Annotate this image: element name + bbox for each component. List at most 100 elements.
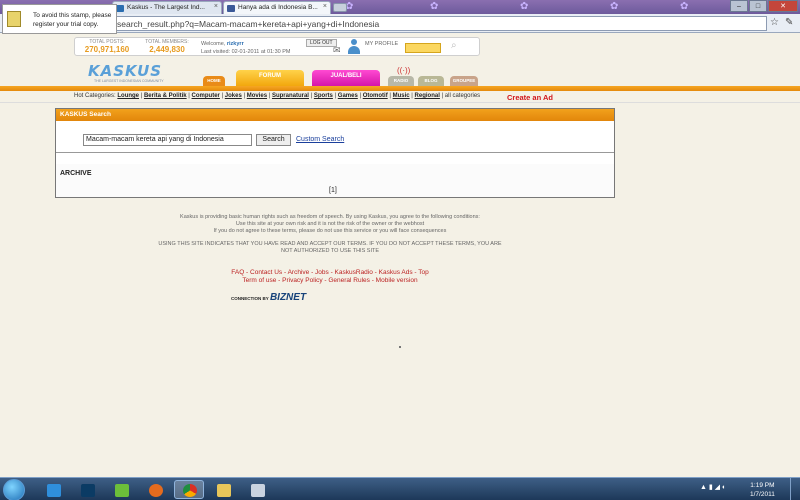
- hot-categories-bar: Hot Categories: Lounge | Berita & Politi…: [0, 91, 800, 103]
- taskbar-app-explorer[interactable]: [208, 480, 238, 499]
- taskbar-clock[interactable]: 1:19 PM 1/7/2011: [750, 481, 775, 499]
- total-posts: TOTAL POSTS: 270,971,160: [79, 39, 135, 54]
- total-members: TOTAL MEMBERS: 2,449,830: [139, 39, 195, 54]
- search-query-input[interactable]: Macam-macam kereta api yang di Indonesia: [83, 134, 252, 146]
- category-link[interactable]: Movies: [247, 93, 267, 99]
- nav-groupee[interactable]: GROUPEE: [450, 76, 478, 86]
- butterfly-decoration-icon: ✿: [345, 1, 354, 12]
- taskbar-app-ie[interactable]: [38, 480, 68, 499]
- minimize-button[interactable]: –: [730, 0, 748, 12]
- folder-icon: [217, 484, 231, 497]
- category-link[interactable]: Berita & Politik: [144, 93, 187, 99]
- connection-by-label: CONNECTION BY: [231, 296, 269, 301]
- panel-title: KASKUS Search: [56, 109, 614, 121]
- taskbar-app-media[interactable]: [242, 480, 272, 499]
- category-link[interactable]: Sports: [314, 93, 333, 99]
- taskbar-app-chrome[interactable]: [174, 480, 204, 499]
- system-tray-icons[interactable]: ▲ ▮ ◢ ◐: [700, 483, 726, 491]
- biznet-text: BIZNET: [269, 292, 307, 303]
- nav-home[interactable]: HOME: [203, 76, 225, 86]
- profile-user-icon[interactable]: [347, 39, 361, 55]
- search-button[interactable]: Search: [256, 134, 291, 146]
- tab-close-icon[interactable]: ×: [323, 3, 327, 10]
- nav-forum[interactable]: FORUM: [236, 70, 304, 86]
- browser-tab-hanya-ada[interactable]: Hanya ada di Indonesia B... ×: [223, 1, 331, 14]
- browser-tab-kaskus[interactable]: Kaskus - The Largest Ind... ×: [112, 1, 222, 14]
- butterfly-decoration-icon: ✿: [430, 1, 439, 12]
- start-button[interactable]: [3, 479, 25, 500]
- taskbar-app-green[interactable]: [106, 480, 136, 499]
- clock-time: 1:19 PM: [750, 482, 775, 489]
- windows-taskbar: ▲ ▮ ◢ ◐ 1:19 PM 1/7/2011: [0, 477, 800, 500]
- category-link[interactable]: Jokes: [225, 93, 242, 99]
- messages-envelope-icon[interactable]: ✉: [333, 45, 341, 56]
- clock-date: 1/7/2011: [750, 491, 775, 498]
- search-form: Macam-macam kereta api yang di Indonesia…: [56, 121, 614, 153]
- stamp-icon: [7, 11, 21, 27]
- maximize-button[interactable]: □: [749, 0, 767, 12]
- window-controls: – □ ✕: [730, 0, 798, 12]
- nav-jualbeli[interactable]: JUAL/BELI: [312, 70, 380, 86]
- welcome-text: Welcome, rizkyrr Last visited: 02-01-201…: [201, 40, 290, 56]
- app-icon: [115, 484, 129, 497]
- butterfly-decoration-icon: ✿: [680, 1, 689, 12]
- category-link[interactable]: Regional: [415, 93, 440, 99]
- legal-line-4: USING THIS SITE INDICATES THAT YOU HAVE …: [158, 241, 502, 247]
- kaskus-favicon-icon: [116, 5, 124, 12]
- footer-links-row-2[interactable]: Term of use - Privacy Policy - General R…: [60, 276, 600, 285]
- photoshop-icon: [81, 484, 95, 497]
- tab-title: Kaskus - The Largest Ind...: [127, 4, 205, 11]
- category-link[interactable]: Games: [338, 93, 358, 99]
- create-ad-link[interactable]: Create an Ad: [507, 93, 553, 102]
- nav-blog[interactable]: BLOG: [418, 76, 444, 86]
- total-posts-value: 270,971,160: [84, 45, 130, 54]
- legal-line-1: Kaskus is providing basic human rights s…: [180, 214, 480, 220]
- biznet-logo[interactable]: CONNECTION BY BIZNET: [231, 292, 306, 303]
- logo-tagline: THE LARGEST INDONESIAN COMMUNITY: [94, 79, 164, 83]
- my-profile-link[interactable]: MY PROFILE: [365, 41, 398, 48]
- trial-stamp: To avoid this stamp, please register you…: [2, 4, 117, 34]
- new-tab-button[interactable]: [333, 3, 347, 12]
- loading-dot: [399, 346, 401, 348]
- taskbar-app-firefox[interactable]: [140, 480, 170, 499]
- kaskus-search-panel: KASKUS Search Macam-macam kereta api yan…: [55, 108, 615, 198]
- logout-button[interactable]: LOG OUT: [306, 39, 337, 47]
- legal-line-3: If you do not agree to these terms, plea…: [213, 228, 447, 234]
- show-desktop-button[interactable]: [790, 478, 800, 500]
- category-link[interactable]: Lounge: [117, 93, 139, 99]
- legal-line-2: Use this site at your own risk and it is…: [235, 221, 425, 227]
- stamp-text: To avoid this stamp, please register you…: [33, 12, 112, 28]
- welcome-prefix: Welcome,: [201, 41, 226, 47]
- logo-text: KASKUS: [88, 62, 163, 80]
- header-search-input[interactable]: [405, 43, 441, 53]
- total-members-value: 2,449,830: [149, 45, 185, 54]
- category-link[interactable]: Music: [393, 93, 410, 99]
- category-link[interactable]: Computer: [192, 93, 220, 99]
- tab-close-icon[interactable]: ×: [214, 3, 218, 10]
- radio-signal-icon: ((·)): [397, 66, 411, 75]
- username-link[interactable]: rizkyrr: [227, 41, 244, 47]
- address-bar[interactable]: search_result.php?q=Macam-macam+kereta+a…: [112, 16, 767, 31]
- last-visited: Last visited: 02-01-2011 at 01:30 PM: [201, 49, 291, 55]
- category-link[interactable]: Otomotif: [363, 93, 388, 99]
- bookmark-star-icon[interactable]: ☆: [770, 17, 779, 28]
- chrome-icon: [183, 484, 197, 497]
- wrench-menu-icon[interactable]: ✎: [785, 17, 793, 28]
- hot-categories-prefix: Hot Categories:: [74, 93, 116, 99]
- all-categories-link[interactable]: all categories: [445, 93, 480, 99]
- kaskus-logo[interactable]: KASKUS THE LARGEST INDONESIAN COMMUNITY: [88, 62, 182, 86]
- nav-radio[interactable]: RADIO: [388, 76, 414, 86]
- legal-line-5: NOT AUTHORIZED TO USE THIS SITE: [281, 248, 379, 254]
- hot-categories: Hot Categories: Lounge | Berita & Politi…: [74, 93, 481, 99]
- category-link[interactable]: Supranatural: [272, 93, 309, 99]
- close-window-button[interactable]: ✕: [768, 0, 798, 12]
- butterfly-decoration-icon: ✿: [610, 1, 619, 12]
- user-stats-box: TOTAL POSTS: 270,971,160 TOTAL MEMBERS: …: [74, 37, 480, 56]
- pagination[interactable]: [1]: [329, 187, 337, 194]
- media-player-icon: [251, 484, 265, 497]
- firefox-icon: [149, 484, 163, 497]
- taskbar-app-photoshop[interactable]: [72, 480, 102, 499]
- custom-search-link[interactable]: Custom Search: [296, 136, 344, 143]
- page-favicon-icon: [227, 5, 235, 12]
- search-icon[interactable]: ⌕: [451, 40, 457, 51]
